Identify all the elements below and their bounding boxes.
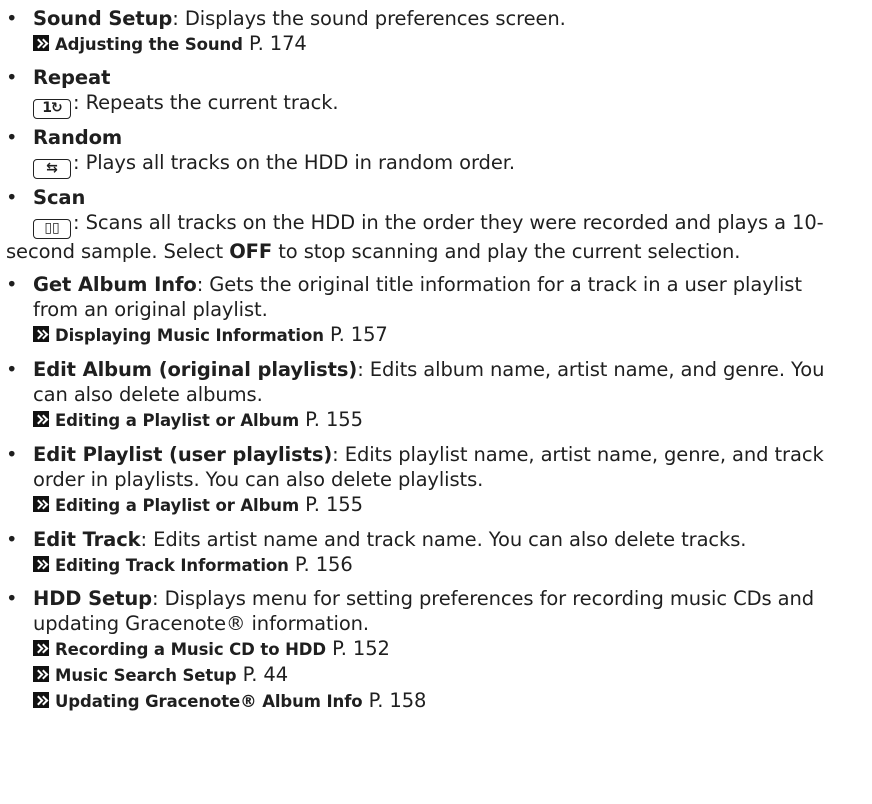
desc-sound-setup: : Displays the sound preferences screen. xyxy=(172,7,566,30)
bullet: • xyxy=(6,443,18,466)
ref-displaying-music-info[interactable]: Displaying Music Information P. 157 xyxy=(6,322,866,348)
ref-updating-gracenote[interactable]: Updating Gracenote® Album Info P. 158 xyxy=(6,688,866,714)
cross-reference-arrow-icon xyxy=(33,556,49,572)
ref-music-search-setup[interactable]: Music Search Setup P. 44 xyxy=(6,662,866,688)
cross-reference-arrow-icon xyxy=(33,326,49,342)
term-edit-playlist: Edit Playlist (user playlists) xyxy=(33,443,333,466)
list-item-sound-setup: • Sound Setup: Displays the sound prefer… xyxy=(6,6,866,57)
ref-editing-track-info[interactable]: Editing Track Information P. 156 xyxy=(6,552,866,578)
list-item-repeat: • Repeat 1↻: Repeats the current track. xyxy=(6,65,866,119)
term-hdd-setup: HDD Setup xyxy=(33,587,153,610)
term-random: Random xyxy=(33,126,123,149)
list-item-hdd-setup: • HDD Setup: Displays menu for setting p… xyxy=(6,586,866,714)
list-item-edit-track: • Edit Track: Edits artist name and trac… xyxy=(6,527,866,578)
ref-adjusting-sound[interactable]: Adjusting the Sound P. 174 xyxy=(6,31,866,57)
list-item-edit-album: • Edit Album (original playlists): Edits… xyxy=(6,357,866,433)
off-keyword: OFF xyxy=(229,240,273,263)
desc-scan-line1: : Scans all tracks on the HDD in the ord… xyxy=(73,211,824,234)
cross-reference-arrow-icon xyxy=(33,640,49,656)
bullet: • xyxy=(6,186,18,209)
term-edit-track: Edit Track xyxy=(33,528,141,551)
cross-reference-arrow-icon xyxy=(33,666,49,682)
ref-editing-playlist-album[interactable]: Editing a Playlist or Album P. 155 xyxy=(6,407,866,433)
list-item-random: • Random ⇆: Plays all tracks on the HDD … xyxy=(6,125,866,179)
list-item-scan: • Scan ▯▯: Scans all tracks on the HDD i… xyxy=(6,186,824,263)
repeat-icon: 1↻ xyxy=(33,99,71,119)
term-sound-setup: Sound Setup xyxy=(33,7,173,30)
bullet: • xyxy=(6,528,18,551)
cross-reference-arrow-icon xyxy=(33,411,49,427)
list-item-get-album-info: • Get Album Info: Gets the original titl… xyxy=(6,272,866,348)
term-edit-album: Edit Album (original playlists) xyxy=(33,358,358,381)
term-get-album-info: Get Album Info xyxy=(33,273,197,296)
bullet: • xyxy=(6,126,18,149)
term-scan: Scan xyxy=(33,186,86,209)
ref-editing-playlist-album-2[interactable]: Editing a Playlist or Album P. 155 xyxy=(6,492,866,518)
cross-reference-arrow-icon xyxy=(33,496,49,512)
cross-reference-arrow-icon xyxy=(33,35,49,51)
ref-recording-cd[interactable]: Recording a Music CD to HDD P. 152 xyxy=(6,636,866,662)
bullet: • xyxy=(6,66,18,89)
bullet: • xyxy=(6,358,18,381)
bullet: • xyxy=(6,587,18,610)
term-repeat: Repeat xyxy=(33,66,111,89)
cross-reference-arrow-icon xyxy=(33,692,49,708)
bullet: • xyxy=(6,7,18,30)
random-icon: ⇆ xyxy=(33,159,71,179)
scan-icon: ▯▯ xyxy=(33,219,71,239)
list-item-edit-playlist: • Edit Playlist (user playlists): Edits … xyxy=(6,442,866,518)
desc-random: : Plays all tracks on the HDD in random … xyxy=(73,151,515,174)
bullet: • xyxy=(6,273,18,296)
desc-repeat: : Repeats the current track. xyxy=(73,91,339,114)
